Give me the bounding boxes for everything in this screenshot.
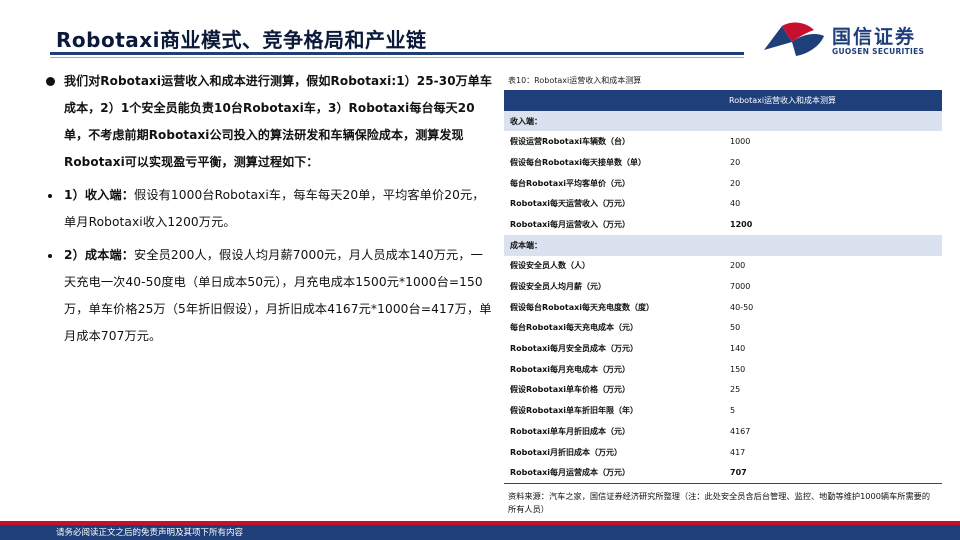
cost-heading: 2）成本端： [64, 248, 135, 262]
row-value: 20 [730, 157, 741, 167]
table-row: Robotaxi单车月折旧成本（元） 4167 [504, 421, 942, 442]
table-row: 假设安全员人数（人） 200 [504, 256, 942, 277]
table-row: Robotaxi每月运营收入（万元） 1200 [504, 214, 942, 235]
table-row: Robotaxi每天运营收入（万元） 40 [504, 193, 942, 214]
table-row: Robotaxi月折旧成本（万元） 417 [504, 442, 942, 463]
title-divider [50, 52, 744, 55]
table-row: 假设Robotaxi单车价格（万元） 25 [504, 380, 942, 401]
row-value: 140 [730, 344, 746, 354]
table-row: Robotaxi每月充电成本（万元） 150 [504, 359, 942, 380]
estimate-table: Robotaxi运营收入和成本测算 收入端： 假设运营Robotaxi车辆数（台… [504, 90, 942, 484]
row-label: 假设安全员人数（人） [510, 261, 590, 271]
row-label: Robotaxi每月安全员成本（万元） [510, 344, 639, 354]
row-label: 假设安全员人均月薪（元） [510, 282, 606, 292]
table-row: 假设每台Robotaxi每天接单数（单） 20 [504, 152, 942, 173]
row-label: Robotaxi每天运营收入（万元） [510, 199, 631, 209]
table-row: 假设运营Robotaxi车辆数（台） 1000 [504, 131, 942, 152]
revenue-heading: 1）收入端： [64, 188, 135, 202]
row-label: Robotaxi单车月折旧成本（元） [510, 426, 631, 436]
row-value: 40 [730, 199, 741, 209]
row-label: Robotaxi每月运营收入（万元） [510, 219, 631, 229]
row-value: 4167 [730, 426, 751, 436]
title-divider-thin [50, 57, 744, 58]
table-row: Robotaxi每月安全员成本（万元） 140 [504, 338, 942, 359]
cost-paragraph: 2）成本端：安全员200人，假设人均月薪7000元，月人员成本140万元，一天充… [48, 242, 494, 350]
row-value: 50 [730, 323, 741, 333]
row-label: 每台Robotaxi平均客单价（元） [510, 178, 631, 188]
guosen-logo: 国信证券 GUOSEN SECURITIES [762, 20, 942, 60]
row-label: 假设Robotaxi单车折旧年限（年） [510, 406, 639, 416]
row-value: 40-50 [730, 302, 754, 312]
bullet-icon [46, 77, 55, 86]
intro-paragraph: 我们对Robotaxi运营收入和成本进行测算，假如Robotaxi:1）25-3… [46, 68, 494, 176]
footer-disclaimer: 请务必阅读正文之后的免责声明及其项下所有内容 [56, 528, 244, 538]
table-row: 假设每台Robotaxi每天充电度数（度） 40-50 [504, 297, 942, 318]
row-value: 1200 [730, 219, 753, 229]
row-label: 每台Robotaxi每天充电成本（元） [510, 323, 639, 333]
row-label: 假设运营Robotaxi车辆数（台） [510, 137, 631, 147]
cost-text: 安全员200人，假设人均月薪7000元，月人员成本140万元，一天充电一次40-… [64, 248, 492, 343]
row-value: 417 [730, 447, 746, 457]
source-note: 资料来源：汽车之家，国信证券经济研究所整理（注：此处安全员含后台管理、监控、地勤… [508, 491, 931, 514]
row-label: 假设每台Robotaxi每天充电度数（度） [510, 302, 655, 312]
revenue-paragraph: 1）收入端：假设有1000台Robotaxi车，每车每天20单，平均客单价20元… [48, 182, 494, 236]
table-caption: 表10：Robotaxi运营收入和成本测算 [508, 76, 642, 85]
row-label: 假设每台Robotaxi每天接单数（单） [510, 157, 647, 167]
row-value: 1000 [730, 137, 751, 147]
section-label: 收入端： [504, 110, 942, 132]
table-row: 每台Robotaxi平均客单价（元） 20 [504, 173, 942, 194]
table-row: 假设Robotaxi单车折旧年限（年） 5 [504, 400, 942, 421]
row-value: 5 [730, 406, 736, 416]
table-header: Robotaxi运营收入和成本测算 [504, 90, 942, 111]
body-text: 我们对Robotaxi运营收入和成本进行测算，假如Robotaxi:1）25-3… [46, 68, 494, 350]
table-row: 每台Robotaxi每天充电成本（元） 50 [504, 318, 942, 339]
row-label: Robotaxi每月充电成本（万元） [510, 364, 631, 374]
intro-text: 我们对Robotaxi运营收入和成本进行测算，假如Robotaxi:1）25-3… [64, 74, 492, 169]
logo-text-en: GUOSEN SECURITIES [832, 47, 925, 56]
guosen-logo-icon [764, 22, 824, 56]
table-row: 假设安全员人均月薪（元） 7000 [504, 276, 942, 297]
logo-text-cn: 国信证券 [832, 26, 917, 48]
bullet-icon [48, 194, 52, 198]
row-label: Robotaxi每月运营成本（万元） [504, 462, 724, 484]
row-value: 150 [730, 364, 746, 374]
row-label: 假设Robotaxi单车价格（万元） [510, 385, 631, 395]
row-label: Robotaxi月折旧成本（万元） [510, 447, 623, 457]
row-value: 20 [730, 178, 741, 188]
page-title: Robotaxi商业模式、竞争格局和产业链 [56, 28, 427, 52]
row-value: 707 [724, 462, 942, 484]
row-value: 7000 [730, 282, 751, 292]
bullet-icon [48, 254, 52, 258]
table-row: Robotaxi每月运营成本（万元） 707 [504, 462, 942, 484]
row-value: 25 [730, 385, 741, 395]
row-value: 200 [730, 261, 746, 271]
section-label: 成本端： [504, 234, 942, 256]
section-row-revenue: 收入端： [504, 110, 942, 132]
section-row-cost: 成本端： [504, 234, 942, 256]
